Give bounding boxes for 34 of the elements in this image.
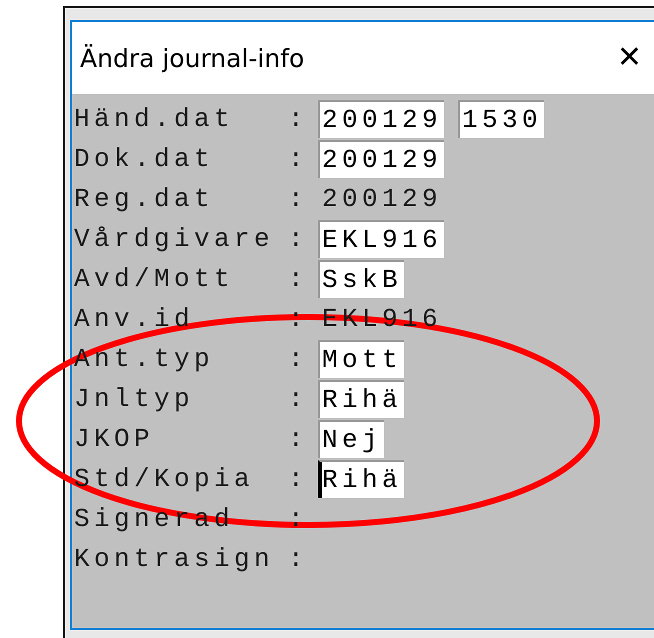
colon: : — [288, 264, 310, 294]
colon: : — [288, 104, 310, 134]
field-value: 200129 — [322, 184, 442, 214]
input-field[interactable]: Mott — [318, 340, 404, 378]
field-label: Dok.dat — [74, 144, 216, 174]
field-label: Avd/Mott — [74, 264, 236, 294]
field-label: Vårdgivare — [74, 224, 276, 254]
field-label: Reg.dat — [74, 184, 216, 214]
field-label: Anv.id — [74, 304, 196, 334]
field-label: Kontrasign — [74, 544, 276, 574]
colon: : — [288, 384, 310, 414]
window-title: Ändra journal-info — [80, 44, 304, 72]
colon: : — [288, 424, 310, 454]
field-label: Signerad — [74, 504, 236, 534]
input-field[interactable]: Rihä — [318, 380, 404, 418]
colon: : — [288, 344, 310, 374]
input-field[interactable]: Nej — [318, 420, 384, 458]
input-field[interactable]: EKL916 — [318, 220, 444, 258]
field-label: JKOP — [74, 424, 156, 454]
field-label: Ant.typ — [74, 344, 216, 374]
colon: : — [288, 464, 310, 494]
field-label: Jnltyp — [74, 384, 196, 414]
colon: : — [288, 184, 310, 214]
input-field[interactable]: Rihä — [318, 460, 404, 498]
field-label: Std/Kopia — [74, 464, 256, 494]
input-field[interactable]: SskB — [318, 260, 404, 298]
colon: : — [288, 144, 310, 174]
input-field[interactable]: 200129 — [318, 100, 444, 138]
field-label: Händ.dat — [74, 104, 236, 134]
input-field[interactable]: 200129 — [318, 140, 444, 178]
close-button[interactable]: ✕ — [616, 43, 642, 73]
input-field[interactable]: 1530 — [458, 100, 544, 138]
colon: : — [288, 224, 310, 254]
colon: : — [288, 544, 310, 574]
